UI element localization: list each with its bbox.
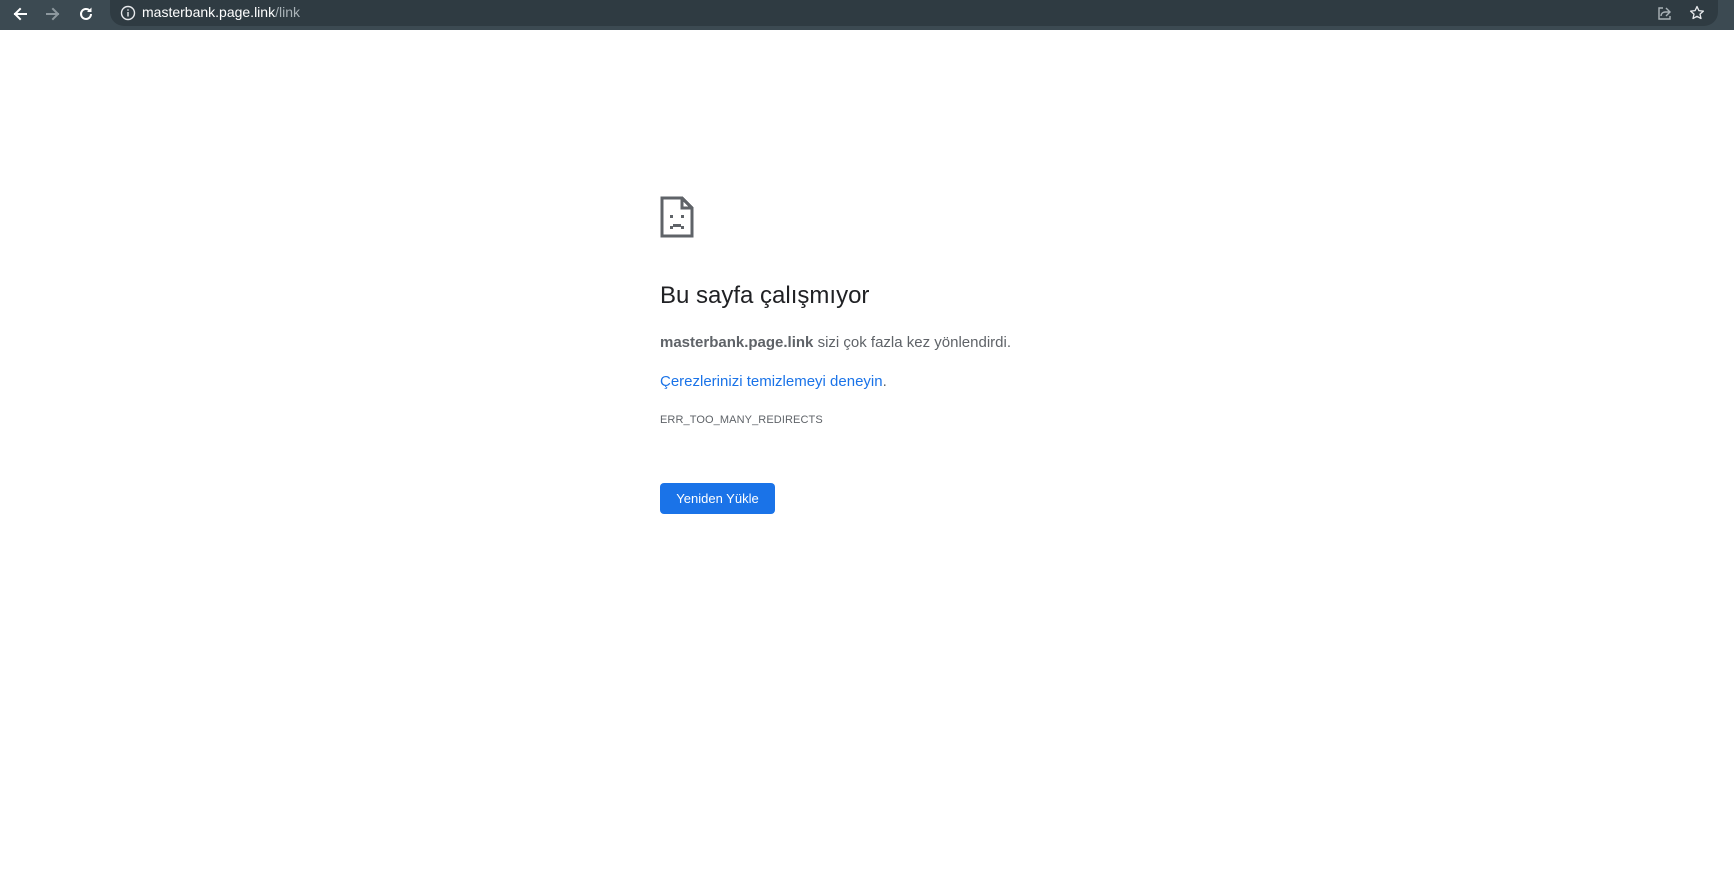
suggestion-period: .: [882, 373, 887, 390]
reload-page-button[interactable]: Yeniden Yükle: [660, 483, 775, 514]
forward-button[interactable]: [37, 0, 69, 28]
address-bar[interactable]: masterbank.page.link/link: [110, 0, 1718, 26]
arrow-right-icon: [46, 7, 60, 21]
reload-button[interactable]: [70, 0, 102, 28]
back-button[interactable]: [4, 0, 36, 28]
url-path: /link: [275, 4, 300, 20]
error-code: ERR_TOO_MANY_REDIRECTS: [660, 414, 823, 426]
error-description: masterbank.page.link sizi çok fazla kez …: [660, 334, 1011, 351]
url-text[interactable]: masterbank.page.link/link: [142, 4, 300, 20]
suggestion: Çerezlerinizi temizlemeyi deneyin.: [660, 373, 887, 390]
reload-icon: [80, 7, 92, 20]
share-icon: [1658, 7, 1671, 20]
url-host: masterbank.page.link: [142, 4, 276, 20]
error-description-text: sizi çok fazla kez yönlendirdi.: [813, 334, 1011, 351]
share-button[interactable]: [1654, 3, 1676, 23]
star-icon: [1689, 5, 1705, 20]
browser-toolbar: masterbank.page.link/link: [0, 0, 1734, 30]
page-title: Bu sayfa çalışmıyor: [660, 282, 870, 309]
arrow-left-icon: [13, 7, 27, 21]
info-icon[interactable]: [120, 5, 136, 21]
sad-page-icon: [660, 196, 694, 238]
bookmark-button[interactable]: [1686, 3, 1708, 23]
error-host: masterbank.page.link: [660, 334, 814, 351]
clear-cookies-link[interactable]: Çerezlerinizi temizlemeyi deneyin: [660, 373, 883, 390]
